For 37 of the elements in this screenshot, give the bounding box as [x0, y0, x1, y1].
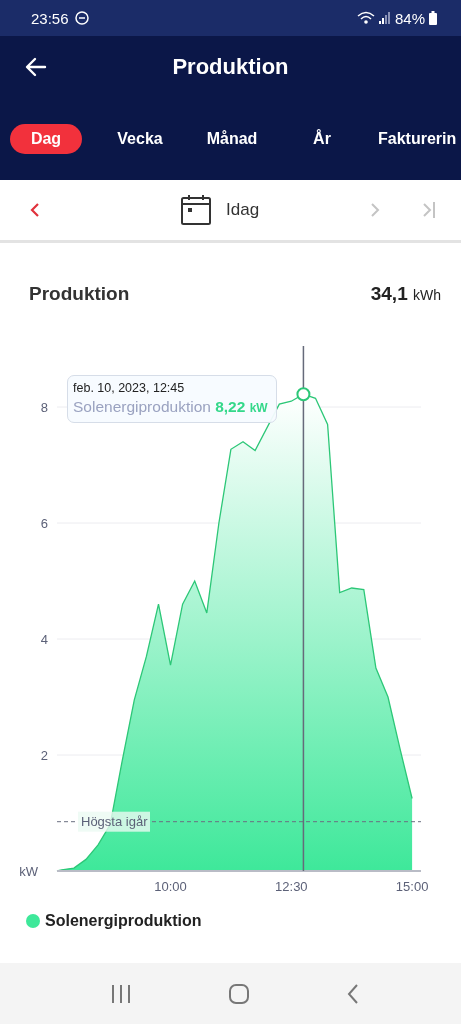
tooltip-date: feb. 10, 2023, 12:45 [73, 381, 186, 395]
period-tab[interactable]: År [276, 124, 368, 154]
y-axis-label: 6 [40, 516, 48, 531]
legend-label: Solenergiproduktion [45, 912, 202, 930]
total-energy: 34,1 kWh [370, 283, 441, 305]
home-button[interactable] [227, 982, 250, 1005]
chevron-right-icon [369, 202, 381, 218]
back-button[interactable] [24, 55, 48, 79]
period-tab[interactable]: Fakturerin [378, 124, 458, 154]
clock-time: 23:56 [31, 9, 69, 27]
date-label: Idag [226, 200, 260, 220]
y-axis-label: 4 [40, 632, 48, 647]
chevron-left-icon [29, 202, 41, 218]
recent-apps-button[interactable] [109, 982, 132, 1005]
signal-icon [378, 12, 391, 24]
tooltip-value: Solenergiproduktion 8,22 kW [73, 398, 268, 416]
y-axis-label: 2 [40, 748, 48, 763]
battery-percent: 84% [394, 9, 425, 27]
period-tab[interactable]: Månad [188, 124, 276, 154]
x-axis-label: 15:00 [395, 879, 429, 894]
reference-line [56, 821, 77, 823]
period-tab[interactable]: Vecka [92, 124, 188, 154]
y-axis-unit: kW [19, 864, 38, 879]
point-marker [296, 387, 311, 402]
period-tab[interactable]: Dag [10, 124, 82, 154]
section-title: Produktion [29, 283, 130, 305]
wifi-icon [356, 11, 375, 25]
y-axis-label: 8 [40, 400, 48, 415]
battery-icon [429, 11, 437, 25]
x-axis-label: 10:00 [154, 879, 187, 894]
calendar-icon[interactable] [180, 194, 212, 226]
screen-title: Produktion [172, 54, 289, 79]
skip-to-end-icon [421, 201, 437, 219]
do-not-disturb-icon [74, 11, 89, 25]
reference-line-label: Högsta igår [81, 814, 148, 830]
x-axis-label: 12:30 [275, 879, 308, 894]
back-nav-button[interactable] [345, 982, 360, 1005]
